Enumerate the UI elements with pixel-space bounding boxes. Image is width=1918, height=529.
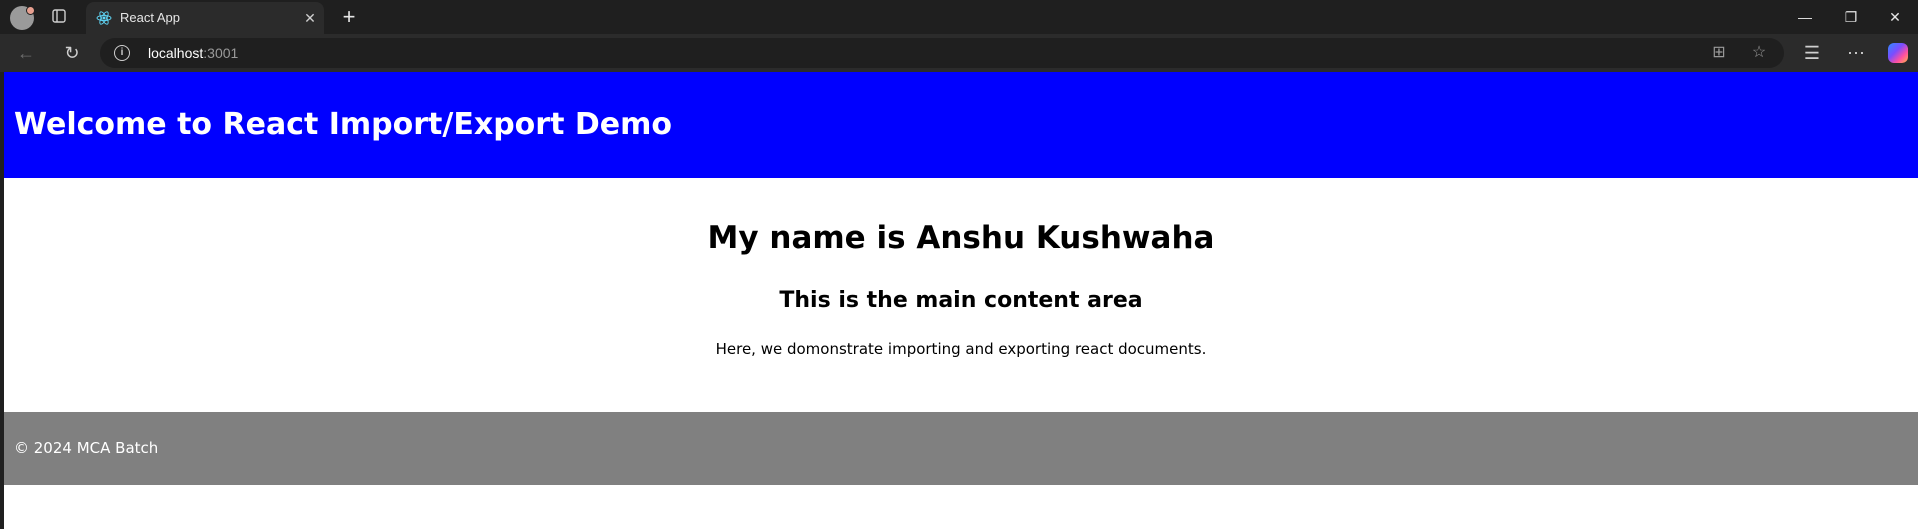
close-icon[interactable]: ✕ [302,10,318,26]
main-heading: My name is Anshu Kushwaha [707,220,1215,256]
address-bar[interactable]: i localhost:3001 ⊞ ☆ [100,38,1784,68]
url-host: localhost [148,45,204,61]
page-viewport: Welcome to React Import/Export Demo My n… [4,72,1918,529]
back-arrow-icon[interactable]: ← [14,41,38,65]
star-icon[interactable]: ☆ [1750,44,1768,62]
info-icon[interactable]: i [114,45,130,61]
app-install-icon[interactable]: ⊞ [1710,44,1728,62]
main-content: My name is Anshu Kushwaha This is the ma… [4,178,1918,412]
main-paragraph: Here, we domonstrate importing and expor… [715,340,1207,358]
site-footer: © 2024 MCA Batch [4,412,1918,485]
copilot-icon[interactable] [1888,43,1908,63]
footer-text: © 2024 MCA Batch [14,439,159,457]
profile-avatar-icon[interactable] [10,6,35,30]
reload-icon[interactable]: ↻ [60,41,84,65]
close-window-icon[interactable]: ✕ [1872,0,1918,34]
header-title: Welcome to React Import/Export Demo [14,107,672,142]
browser-toolbar: ← ↻ i localhost:3001 ⊞ ☆ ☰ ⋯ [0,34,1918,72]
url-port: :3001 [203,45,239,61]
restore-icon[interactable]: ❐ [1828,0,1874,34]
tab-strip: React App ✕ + — ❐ ✕ [0,0,1918,34]
more-icon[interactable]: ⋯ [1844,41,1868,65]
tab-title: React App [120,10,180,25]
tab-react-app[interactable]: React App ✕ [86,2,324,34]
favorites-icon[interactable]: ☰ [1800,41,1824,65]
site-header: Welcome to React Import/Export Demo [4,72,1918,178]
tab-actions-icon[interactable] [50,8,68,26]
react-logo-icon [96,10,112,26]
plus-icon[interactable]: + [338,6,360,28]
url-text[interactable]: localhost:3001 [148,38,238,68]
minimize-icon[interactable]: — [1782,0,1828,34]
main-subheading: This is the main content area [779,288,1143,313]
